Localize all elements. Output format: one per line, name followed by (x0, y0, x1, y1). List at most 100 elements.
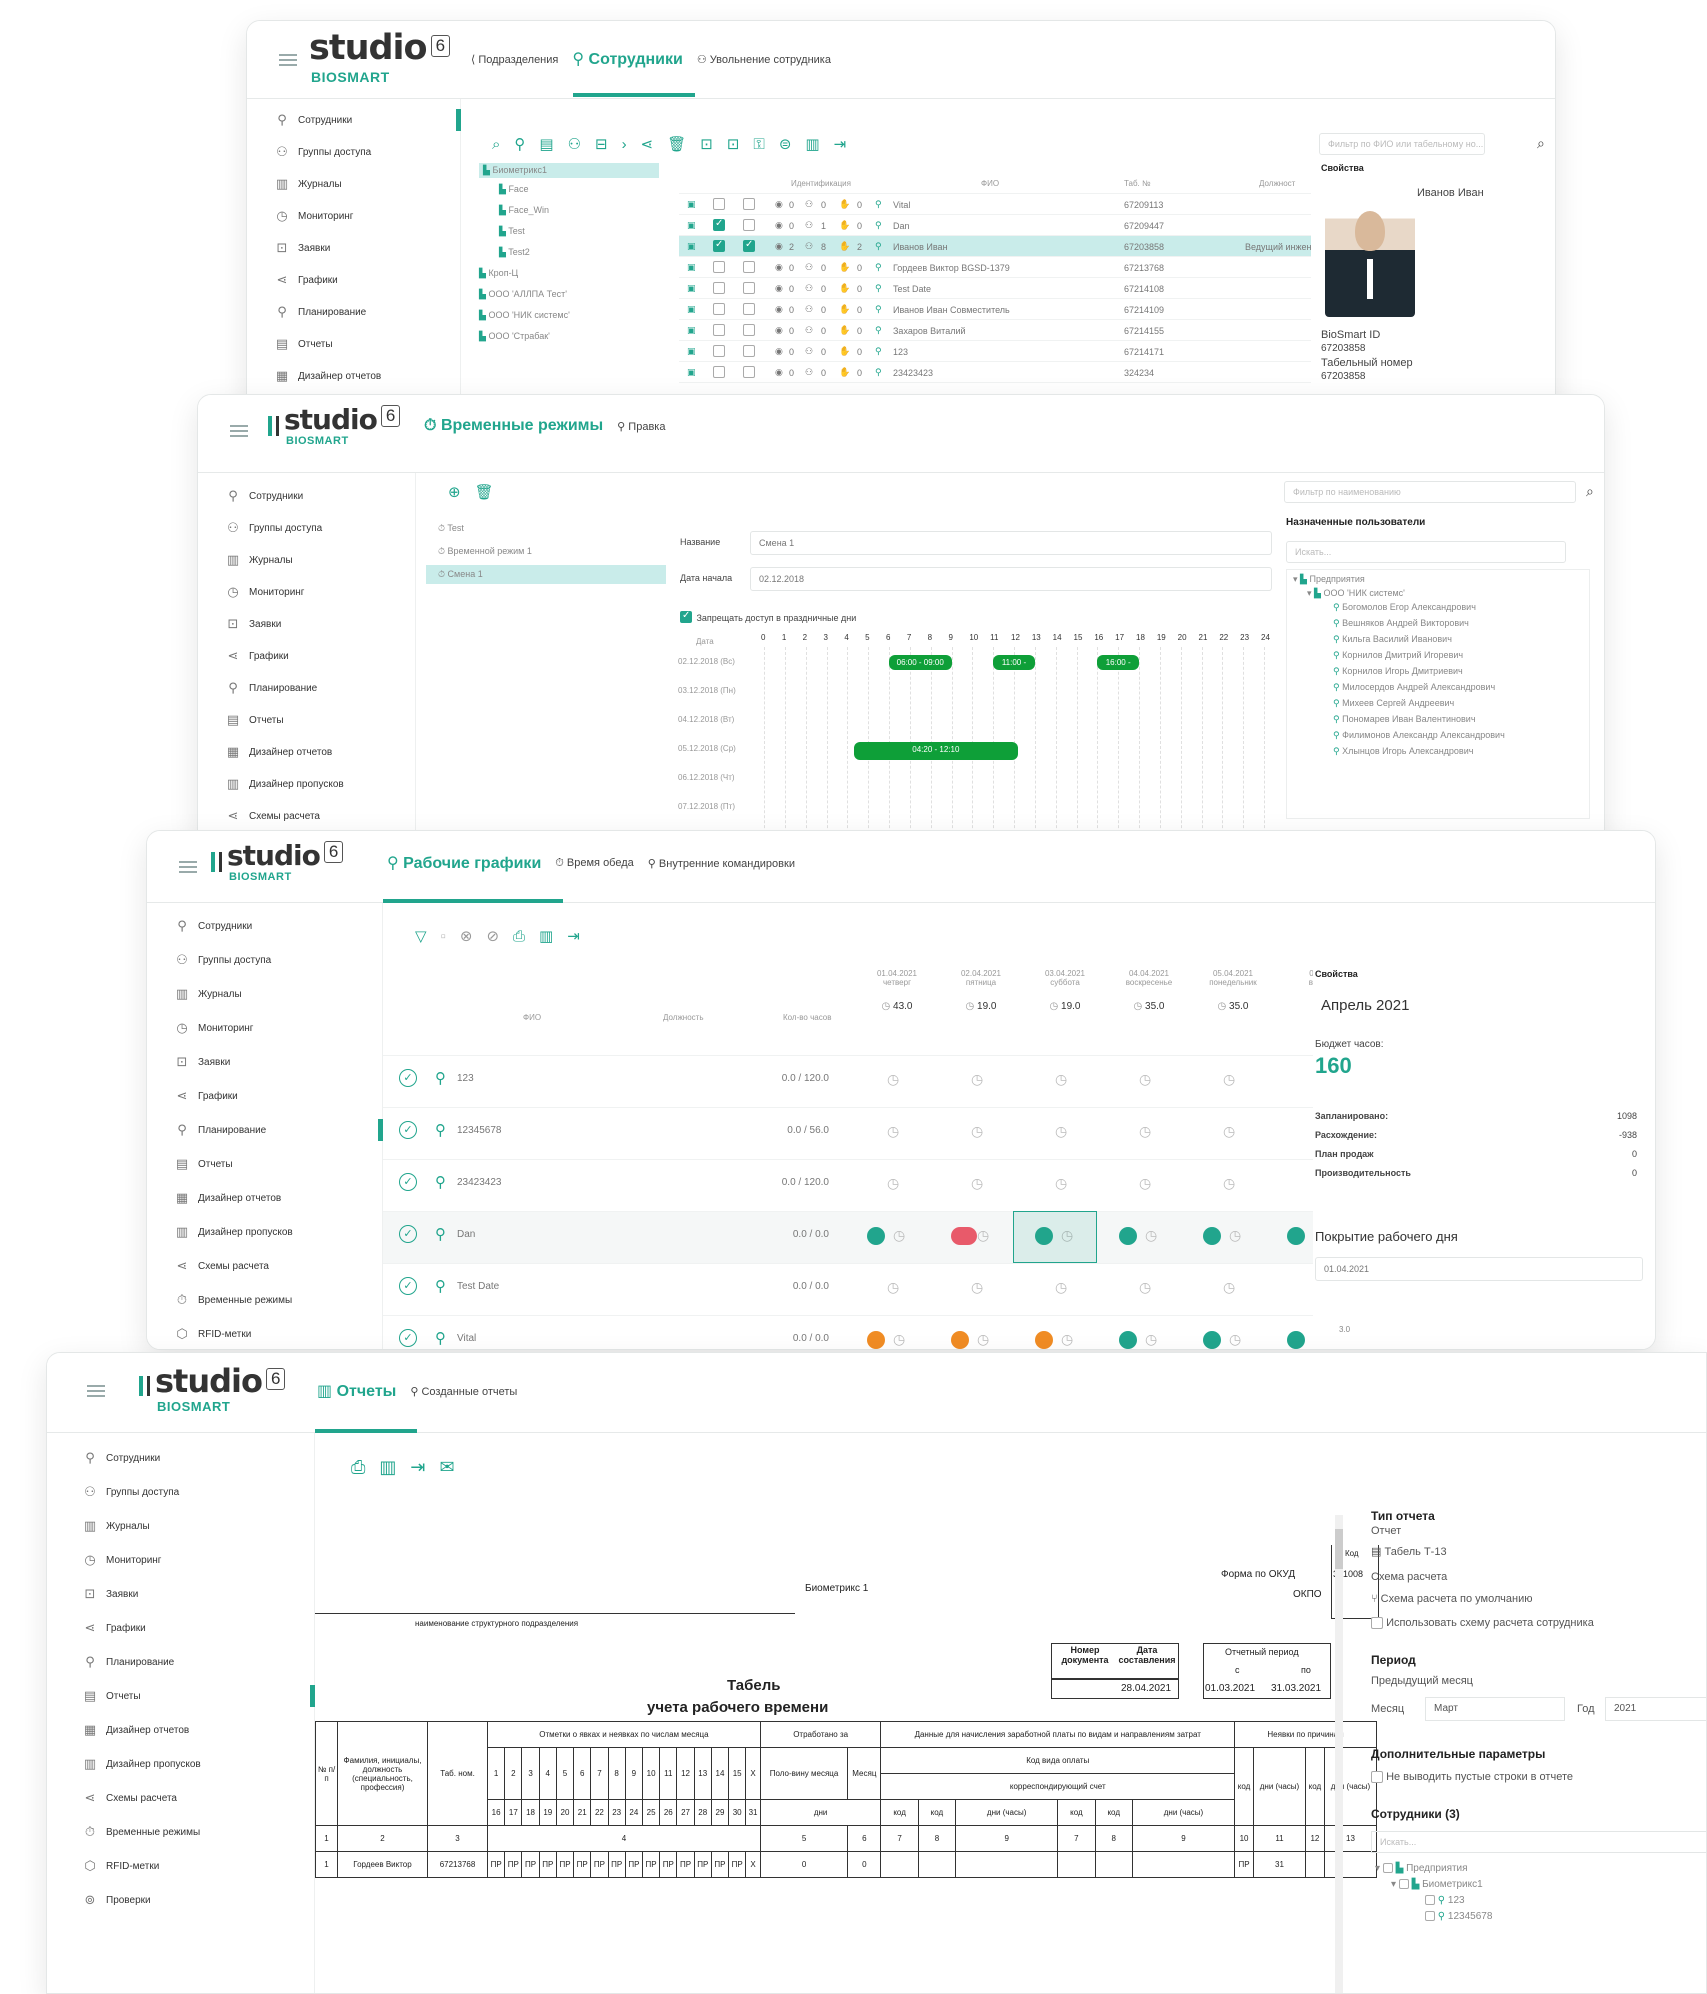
menu-icon[interactable] (279, 54, 297, 66)
sidebar-item[interactable]: ▤ Отчеты (175, 1157, 382, 1171)
user-item[interactable]: ⚲ Филимонов Александр Александрович (1333, 730, 1505, 741)
report-type-item[interactable]: ▤ Табель Т-13 (1371, 1545, 1447, 1558)
flag-checkbox[interactable] (743, 239, 755, 252)
trash-icon[interactable]: 🗑 (475, 483, 494, 501)
tree-node[interactable]: ▾ ▙ ООО 'НИК системс' (1307, 588, 1405, 599)
table-row[interactable] (383, 1263, 1359, 1315)
sidebar-item[interactable]: ⋖ Графики (226, 649, 415, 663)
users-icon[interactable]: ⚇ (568, 135, 581, 153)
status-dot[interactable] (951, 1331, 969, 1349)
tree-node[interactable]: ⚲ 123 (1425, 1895, 1465, 1906)
tab-time-modes[interactable]: ⏱ Временные режимы (424, 417, 603, 435)
search-icon[interactable]: ⌕ (1586, 483, 1594, 500)
sidebar-item[interactable]: ⚇ Группы доступа (275, 145, 460, 159)
table-row[interactable]: ▣ ◉ 0 ⚇ 0 ✋ 0 ⚲ 23423423 324234 (679, 362, 1311, 383)
select-checkbox[interactable] (713, 218, 725, 231)
holiday-checkbox[interactable]: Запрещать доступ в праздничные дни (680, 608, 856, 626)
tree-node[interactable]: ▙ Test (499, 226, 525, 237)
time-interval-bar[interactable]: 04:20 - 12:10 (854, 742, 1018, 760)
name-input[interactable]: Смена 1 (750, 531, 1272, 555)
table-row[interactable] (383, 1159, 1359, 1211)
sidebar-item[interactable]: ▤ Отчеты (83, 1685, 315, 1707)
tab-lunch-time[interactable]: ⏱ Время обеда (555, 857, 634, 870)
card2-icon[interactable]: ⊜ (779, 135, 792, 153)
time-interval-bar[interactable]: 16:00 - 18:00 (1097, 655, 1139, 682)
book-icon[interactable]: ▥ (379, 1457, 396, 1478)
use-scheme-checkbox[interactable]: Использовать схему расчета сотрудника (1371, 1617, 1594, 1630)
flag-checkbox[interactable] (743, 282, 755, 294)
flag-checkbox[interactable] (743, 219, 755, 231)
sidebar-item[interactable]: ▥ Дизайнер пропусков (83, 1757, 314, 1771)
flag-checkbox[interactable] (743, 366, 755, 378)
sidebar-item[interactable]: ▥ Журналы (83, 1519, 314, 1533)
status-dot[interactable] (1119, 1227, 1137, 1245)
time-interval-bar[interactable]: 11:00 - 13:00 (993, 655, 1035, 682)
flag-checkbox[interactable] (743, 303, 755, 315)
unlock-icon[interactable]: ⊡ (727, 135, 740, 153)
status-dot[interactable] (867, 1331, 885, 1349)
book-icon[interactable]: ▥ (805, 135, 819, 153)
tree-node[interactable]: ▾ ▙ Биометрикс1 (1391, 1879, 1483, 1890)
table-row[interactable]: ▣ ◉ 0 ⚇ 0 ✋ 0 ⚲ Захаров Виталий 67214155 (679, 320, 1311, 341)
sidebar-item[interactable]: ▥ Журналы (175, 987, 382, 1001)
mode-item[interactable]: ⏱ Test (426, 519, 666, 538)
select-checkbox[interactable] (713, 198, 725, 210)
sidebar-item[interactable]: ⚲ Планирование (175, 1119, 383, 1141)
table-row[interactable]: ▣ ◉ 0 ⚇ 0 ✋ 0 ⚲ Иванов Иван Совместитель 67… (679, 299, 1311, 320)
add-icon[interactable]: ⊕ (448, 483, 461, 501)
sidebar-item[interactable]: ⚲ Сотрудники (83, 1451, 314, 1465)
sidebar-item[interactable]: ⋖ Графики (175, 1089, 382, 1103)
select-checkbox[interactable] (713, 366, 725, 378)
select-checkbox[interactable] (713, 345, 725, 357)
sidebar-item[interactable]: ▤ Отчеты (226, 713, 415, 727)
sidebar-item[interactable]: ⬡ RFID-метки (83, 1859, 314, 1873)
mail-icon[interactable]: ✉ (440, 1457, 455, 1478)
status-dot[interactable] (1203, 1227, 1221, 1245)
start-date-input[interactable]: 02.12.2018 (750, 567, 1272, 591)
user-item[interactable]: ⚲ Михеев Сергей Андреевич (1333, 698, 1454, 709)
tree-node[interactable]: ▙ Биометрикс1 (479, 163, 659, 178)
sidebar-item[interactable]: ▦ Дизайнер отчетов (226, 745, 415, 759)
status-dot[interactable] (1119, 1331, 1137, 1349)
share-icon[interactable]: ⋖ (641, 135, 654, 153)
tab-created-reports[interactable]: ⚲ Созданные отчеты (410, 1385, 517, 1398)
status-dot[interactable] (1035, 1331, 1053, 1349)
confirm-icon[interactable]: ✓ (399, 1329, 417, 1347)
sidebar-item[interactable]: ⊡ Заявки (175, 1055, 382, 1069)
sidebar-item[interactable]: ⊡ Заявки (226, 617, 415, 631)
sidebar-item[interactable]: ◷ Мониторинг (226, 585, 415, 599)
status-dot[interactable] (1203, 1331, 1221, 1349)
sidebar-item[interactable]: ⬡ RFID-метки (175, 1327, 382, 1341)
search-icon[interactable]: ⌕ (1537, 135, 1545, 152)
export-icon[interactable]: ⇥ (834, 135, 847, 153)
assigned-search-input[interactable]: Искать... (1286, 541, 1566, 563)
sidebar-item[interactable]: ⚲ Планирование (226, 681, 415, 695)
sidebar-item[interactable]: ◷ Мониторинг (275, 209, 460, 223)
sidebar-item[interactable]: ⚇ Группы доступа (83, 1485, 314, 1499)
user-item[interactable]: ⚲ Корнилов Игорь Дмитриевич (1333, 666, 1463, 677)
tree-node[interactable]: ▙ Face (499, 184, 528, 195)
tab-subdivisions[interactable]: ⟨ Подразделения (471, 53, 558, 66)
selected-cell[interactable] (1013, 1211, 1097, 1263)
select-checkbox[interactable] (713, 261, 725, 273)
user-item[interactable]: ⚲ Вешняков Андрей Викторович (1333, 618, 1469, 629)
status-dot[interactable] (867, 1227, 885, 1245)
print-icon[interactable]: ⎙ (351, 1457, 365, 1478)
select-checkbox[interactable] (713, 303, 725, 315)
flag-checkbox[interactable] (743, 324, 755, 336)
tree-node[interactable]: ▾ ▙ Предприятия (1293, 574, 1365, 585)
lock-icon[interactable]: ⊡ (700, 135, 713, 153)
sidebar-item[interactable]: ▤ Отчеты (275, 337, 460, 351)
sidebar-item[interactable]: ⚲ Сотрудники (175, 919, 382, 933)
year-input[interactable]: 2021 (1605, 1697, 1706, 1721)
select-checkbox[interactable] (713, 239, 725, 252)
sidebar-item[interactable]: ⋖ Графики (275, 273, 460, 287)
user-item[interactable]: ⚲ Пономарев Иван Валентинович (1333, 714, 1476, 725)
tab-employees[interactable]: ⚲ Сотрудники (572, 49, 683, 69)
table-row[interactable]: ▣ ◉2 ⚇8 ✋2 ⚲ Иванов Иван 67203858 Ведущи… (679, 236, 1312, 257)
coverage-date-select[interactable]: 01.04.2021 (1315, 1257, 1643, 1281)
month-select[interactable]: Март (1425, 1697, 1565, 1721)
tree-node[interactable]: ▾ ▙ Предприятия (1375, 1863, 1468, 1874)
status-dot[interactable] (1287, 1227, 1305, 1245)
sidebar-item[interactable]: ⊡ Заявки (275, 241, 460, 255)
